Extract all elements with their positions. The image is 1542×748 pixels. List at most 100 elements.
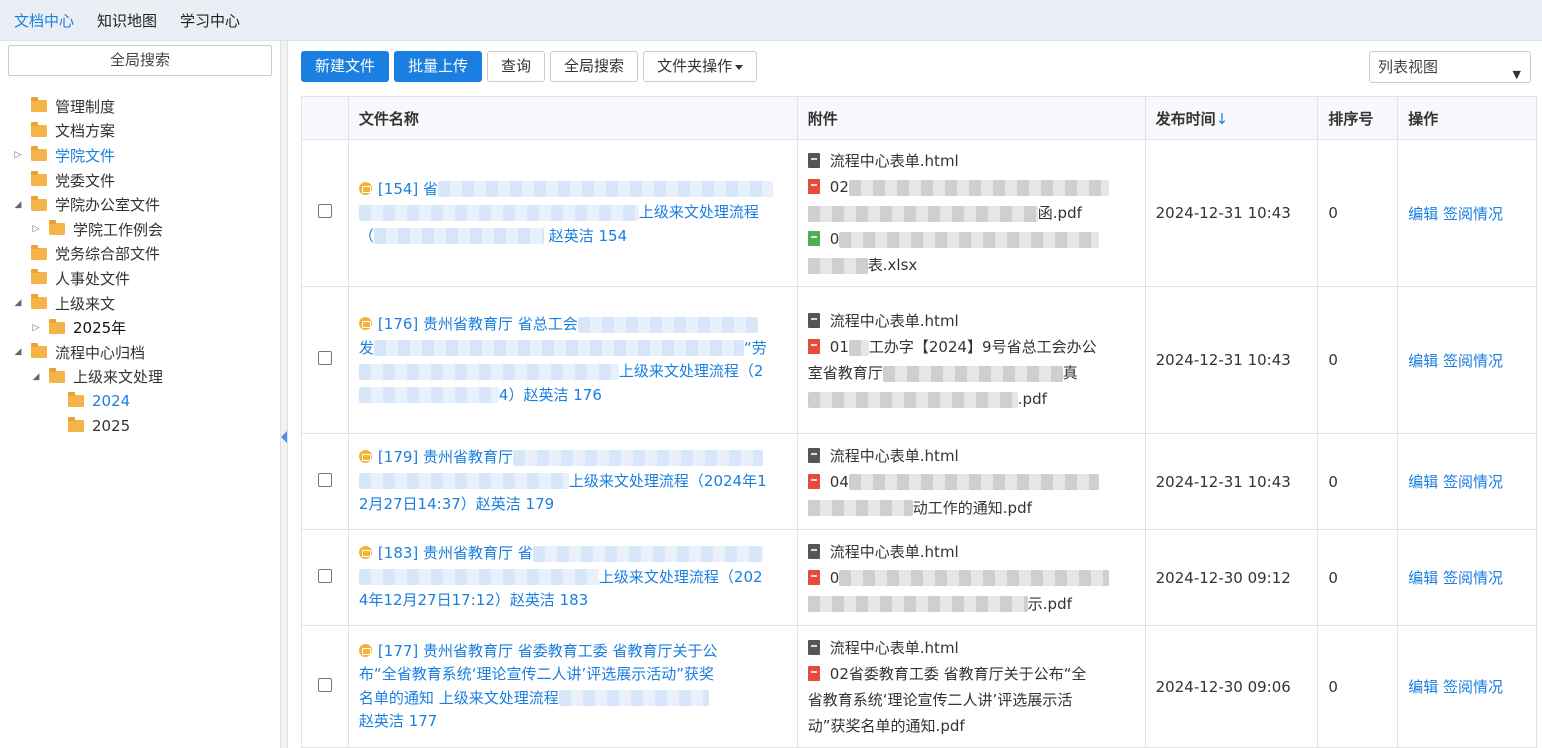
tree-item-label[interactable]: 文档方案: [55, 120, 115, 141]
collapse-icon[interactable]: ◢: [13, 200, 23, 210]
sort-number: 0: [1317, 433, 1399, 530]
file-name-text: 赵英洁 177: [358, 712, 438, 730]
edit-link[interactable]: 编辑: [1408, 569, 1438, 587]
attachment-link[interactable]: 0 表.xlsx: [807, 226, 1145, 278]
header-publish-time[interactable]: 发布时间↓: [1144, 96, 1319, 140]
tree-item[interactable]: 人事处文件: [0, 266, 280, 291]
sidebar: 全局搜索 管理制度 文档方案 ▷ 学院文件 党委文件 ◢ 学院办公室文件 ▷ 学…: [0, 41, 280, 748]
tree-item[interactable]: 党委文件: [0, 168, 280, 193]
read-status-link[interactable]: 签阅情况: [1443, 473, 1503, 491]
tree-item-label[interactable]: 党委文件: [55, 170, 115, 191]
edit-link[interactable]: 编辑: [1408, 352, 1438, 370]
attachment-link[interactable]: 流程中心表单.html: [807, 635, 1145, 661]
row-checkbox[interactable]: [317, 204, 332, 218]
redacted-block: [882, 365, 1063, 382]
sort-desc-icon[interactable]: ↓: [1216, 110, 1229, 128]
new-file-button[interactable]: 新建文件: [301, 51, 390, 82]
read-status-link[interactable]: 签阅情况: [1443, 205, 1503, 223]
batch-upload-button[interactable]: 批量上传: [394, 51, 483, 82]
attachment-link[interactable]: 02 函.pdf: [807, 174, 1145, 226]
sidebar-splitter[interactable]: [280, 41, 288, 748]
expand-icon[interactable]: ▷: [13, 150, 23, 160]
file-name-link[interactable]: [176] 贵州省教育厅 省总工会 发 “劳 上级来文处理流程（2 4）赵英洁 1…: [358, 313, 797, 407]
tree-item-label[interactable]: 学院工作例会: [73, 219, 163, 240]
tree-item[interactable]: ◢ 上级来文处理: [0, 365, 280, 390]
tree-item[interactable]: ◢ 上级来文: [0, 291, 280, 316]
sidebar-global-search-button[interactable]: 全局搜索: [8, 45, 272, 76]
file-name-link[interactable]: [183] 贵州省教育厅 省 上级来文处理流程（202 4年12月27日17:1…: [358, 542, 797, 613]
edit-link[interactable]: 编辑: [1408, 678, 1438, 696]
view-mode-select[interactable]: 列表视图 ▼: [1369, 51, 1531, 83]
tree-item-label[interactable]: 党务综合部文件: [55, 243, 160, 264]
collapse-icon[interactable]: ◢: [13, 347, 23, 357]
attachments-cell: 流程中心表单.html 01 工办字【2024】9号省总工会办公 室省教育厅 真 .pd…: [796, 286, 1146, 434]
query-button[interactable]: 查询: [487, 51, 546, 82]
edit-link[interactable]: 编辑: [1408, 473, 1438, 491]
tree-item-label[interactable]: 2025年: [73, 317, 126, 338]
folder-icon: [68, 417, 84, 433]
tree-item-label[interactable]: 流程中心归档: [55, 342, 145, 363]
tree-item[interactable]: 2025: [0, 414, 280, 439]
tree-item-label[interactable]: 学院文件: [55, 145, 115, 166]
tree-item-label[interactable]: 学院办公室文件: [55, 194, 160, 215]
read-status-link[interactable]: 签阅情况: [1443, 678, 1503, 696]
nav-knowledge-map[interactable]: 知识地图: [97, 10, 157, 31]
tree-item[interactable]: ▷ 2025年: [0, 315, 280, 340]
row-checkbox[interactable]: [317, 677, 332, 692]
tree-item[interactable]: 党务综合部文件: [0, 242, 280, 267]
folder-icon: [31, 121, 47, 137]
attachment-link[interactable]: 流程中心表单.html: [807, 443, 1145, 469]
expand-icon[interactable]: ▷: [31, 323, 41, 333]
attachment-link[interactable]: 流程中心表单.html: [807, 308, 1145, 334]
tree-item[interactable]: 管理制度: [0, 94, 280, 119]
attachment-link[interactable]: 04 动工作的通知.pdf: [807, 469, 1145, 521]
folder-icon: [31, 294, 47, 310]
row-checkbox[interactable]: [317, 568, 332, 583]
attachment-name: 流程中心表单.html: [829, 152, 959, 170]
tree-item-label[interactable]: 上级来文处理: [73, 366, 163, 387]
ops-cell: 编辑 签阅情况: [1397, 139, 1537, 287]
tree-item[interactable]: ▷ 学院工作例会: [0, 217, 280, 242]
attachment-link[interactable]: 02省委教育工委 省教育厅关于公布“全 省教育系统‘理论宣传二人讲’评选展示活 动”…: [807, 661, 1145, 739]
attachment-name: 流程中心表单.html: [829, 542, 959, 561]
attachment-link[interactable]: 流程中心表单.html: [807, 148, 1145, 174]
folder-icon: [49, 318, 65, 334]
tree-item-label[interactable]: 2024: [92, 392, 130, 410]
attachment-link[interactable]: 01 工办字【2024】9号省总工会办公 室省教育厅 真 .pdf: [807, 334, 1145, 412]
nav-doc-center[interactable]: 文档中心: [14, 10, 74, 31]
tree-item-label[interactable]: 上级来文: [55, 293, 115, 314]
tree-item[interactable]: 2024: [0, 389, 280, 414]
row-checkbox[interactable]: [317, 351, 332, 365]
file-name-text: 布“全省教育系统‘理论宣传二人讲’评选展示活动”获奖: [358, 665, 715, 683]
tree-item[interactable]: ◢ 流程中心归档: [0, 340, 280, 365]
attachment-name: 04: [829, 472, 849, 491]
file-name-link[interactable]: [154] 省 上级来文处理流程 （ 赵英洁 154: [358, 178, 797, 249]
collapse-icon[interactable]: ◢: [13, 298, 23, 308]
row-checkbox[interactable]: [317, 472, 332, 487]
file-name-link[interactable]: [179] 贵州省教育厅 上级来文处理流程（2024年1 2月27日14:37）…: [358, 446, 797, 517]
collapse-arrow-icon[interactable]: [281, 431, 287, 443]
nav-learning-center[interactable]: 学习中心: [180, 10, 240, 31]
ops-cell: 编辑 签阅情况: [1397, 529, 1537, 626]
tree-item-label[interactable]: 人事处文件: [55, 268, 130, 289]
read-status-link[interactable]: 签阅情况: [1443, 352, 1503, 370]
mail-icon: [358, 317, 372, 330]
attachment-link[interactable]: 流程中心表单.html: [807, 539, 1145, 565]
tree-item-label[interactable]: 管理制度: [55, 96, 115, 117]
file-name-cell: [154] 省 上级来文处理流程 （ 赵英洁 154: [347, 139, 798, 287]
folder-ops-dropdown[interactable]: 文件夹操作: [643, 51, 758, 82]
attachment-name: 02: [829, 178, 849, 196]
html-file-icon: [807, 543, 820, 559]
tree-item[interactable]: 文档方案: [0, 119, 280, 144]
edit-link[interactable]: 编辑: [1408, 205, 1438, 223]
read-status-link[interactable]: 签阅情况: [1443, 569, 1503, 587]
collapse-icon[interactable]: ◢: [31, 372, 41, 382]
tree-item-label[interactable]: 2025: [92, 417, 130, 435]
file-name-link[interactable]: [177] 贵州省教育厅 省委教育工委 省教育厅关于公 布“全省教育系统‘理论宣…: [358, 640, 797, 734]
folder-icon: [31, 343, 47, 359]
tree-item[interactable]: ◢ 学院办公室文件: [0, 192, 280, 217]
tree-item[interactable]: ▷ 学院文件: [0, 143, 280, 168]
global-search-button[interactable]: 全局搜索: [550, 51, 639, 82]
attachment-link[interactable]: 0 示.pdf: [807, 565, 1145, 617]
expand-icon[interactable]: ▷: [31, 224, 41, 234]
